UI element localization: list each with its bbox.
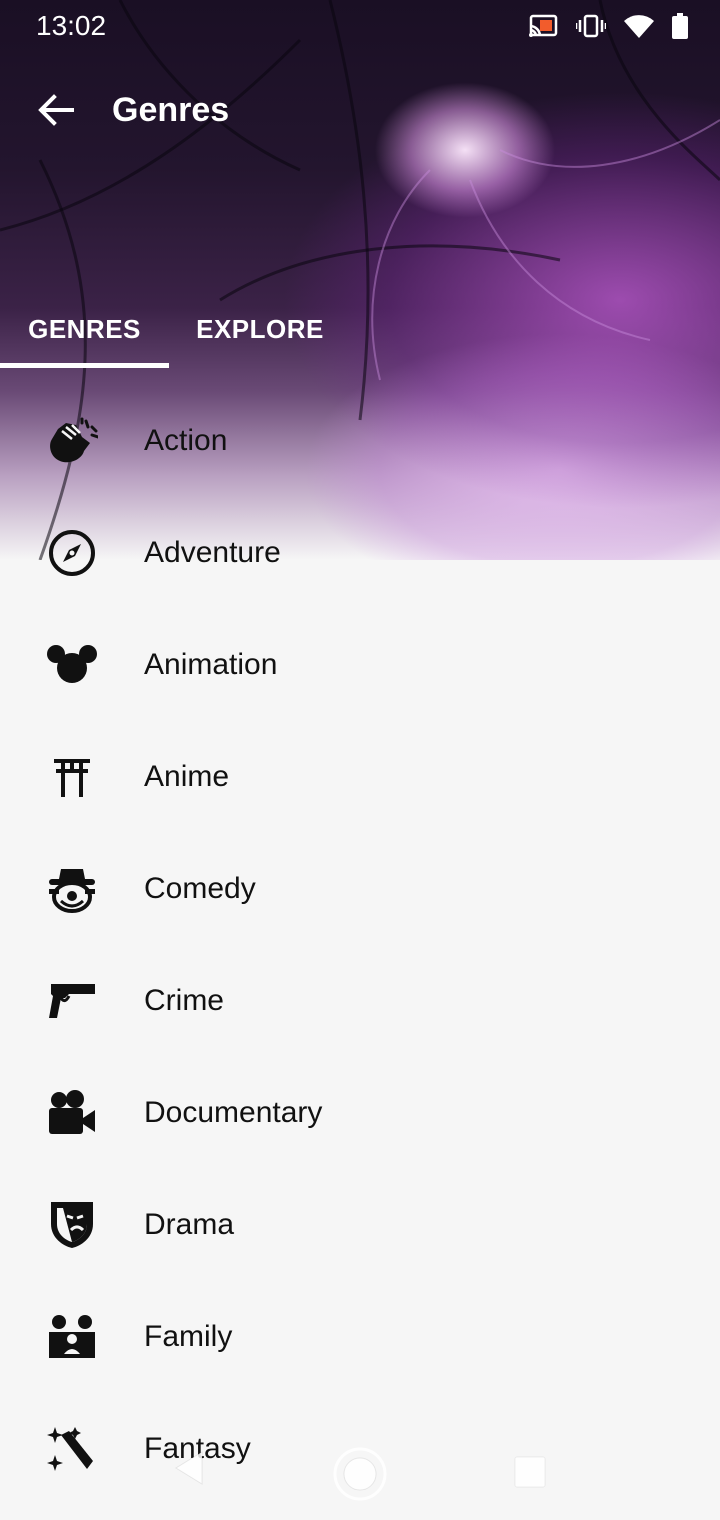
- list-item-action[interactable]: Action: [0, 385, 720, 497]
- back-nav-icon[interactable]: [172, 1450, 204, 1486]
- list-item-documentary[interactable]: Documentary: [0, 1057, 720, 1169]
- cast-icon: [529, 14, 558, 37]
- tab-indicator: [0, 363, 169, 368]
- page-title: Genres: [112, 90, 230, 129]
- list-item-crime[interactable]: Crime: [0, 945, 720, 1057]
- genre-label: Drama: [144, 1208, 235, 1241]
- status-bar: 13:02: [0, 0, 720, 52]
- app-bar: Genres: [0, 62, 720, 158]
- list-item-animation[interactable]: Animation: [0, 609, 720, 721]
- tab-bar: GENRES EXPLORE: [0, 290, 720, 368]
- recents-nav-icon[interactable]: [514, 1456, 546, 1488]
- clown-icon: [44, 861, 100, 917]
- genre-label: Crime: [144, 984, 224, 1017]
- arrow-back-icon: [38, 94, 74, 126]
- genre-label: Animation: [144, 648, 278, 681]
- list-item-family[interactable]: Family: [0, 1281, 720, 1393]
- status-icons: [528, 13, 688, 39]
- home-nav-icon[interactable]: [332, 1446, 388, 1502]
- torii-icon: [44, 749, 100, 805]
- genre-label: Comedy: [144, 872, 256, 905]
- tab-genres[interactable]: GENRES: [0, 290, 169, 368]
- genre-label: Family: [144, 1320, 233, 1353]
- pistol-icon: [44, 973, 100, 1029]
- list-item-adventure[interactable]: Adventure: [0, 497, 720, 609]
- battery-icon: [672, 13, 688, 39]
- magic-wand-icon: [44, 1421, 100, 1477]
- genre-label: Adventure: [144, 536, 281, 569]
- status-time: 13:02: [36, 10, 107, 41]
- wifi-icon: [624, 15, 654, 38]
- genre-label: Anime: [144, 760, 230, 793]
- mickey-icon: [44, 637, 100, 693]
- fist-icon: [44, 413, 100, 469]
- tab-explore-label: EXPLORE: [196, 313, 324, 344]
- list-item-anime[interactable]: Anime: [0, 721, 720, 833]
- genre-label: Action: [144, 424, 228, 457]
- video-camera-icon: [44, 1085, 100, 1141]
- compass-icon: [44, 525, 100, 581]
- list-item-comedy[interactable]: Comedy: [0, 833, 720, 945]
- back-button[interactable]: [18, 72, 94, 148]
- genre-list: Action Adventure Animation Anime Comedy …: [0, 385, 720, 1505]
- family-icon: [44, 1309, 100, 1365]
- genre-label: Documentary: [144, 1096, 323, 1129]
- vibrate-icon: [576, 14, 606, 38]
- tab-genres-label: GENRES: [28, 313, 141, 344]
- tab-explore[interactable]: EXPLORE: [169, 290, 351, 368]
- list-item-drama[interactable]: Drama: [0, 1169, 720, 1281]
- theater-mask-icon: [44, 1197, 100, 1253]
